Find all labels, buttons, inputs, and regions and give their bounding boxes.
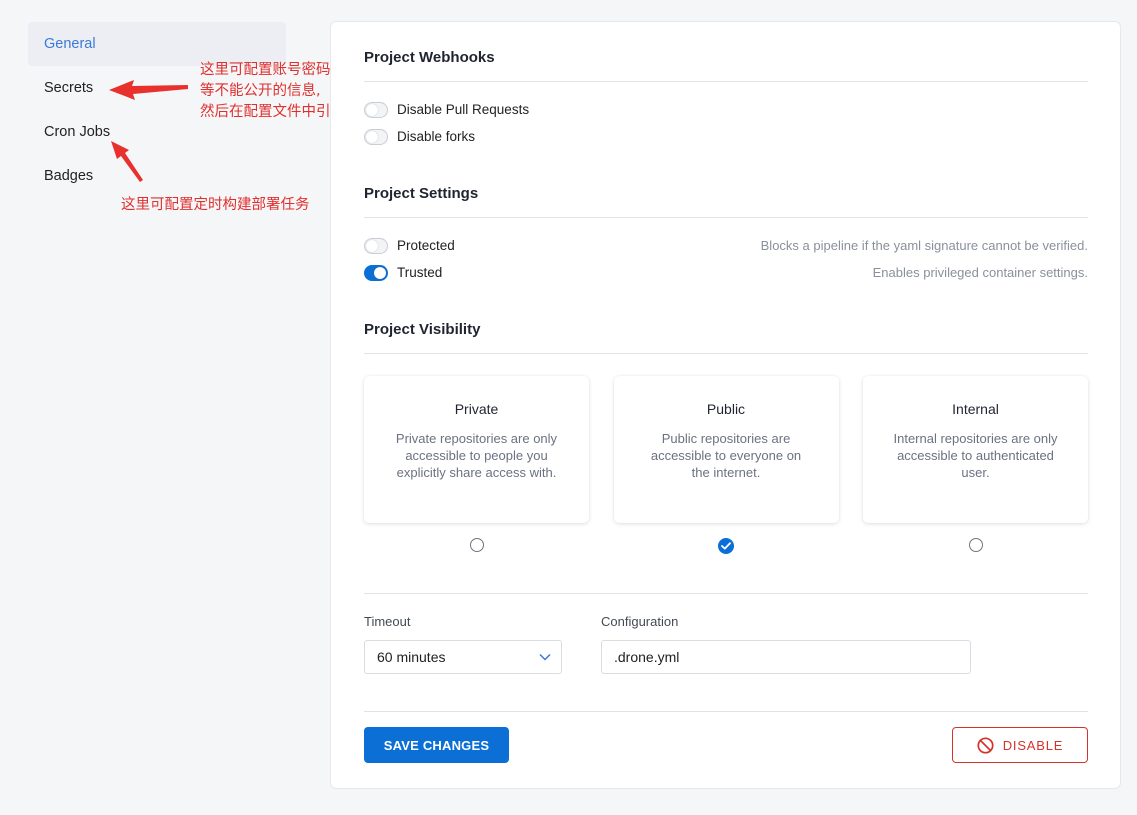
visibility-radio-internal[interactable]: [968, 538, 983, 552]
visibility-radio-public[interactable]: [718, 538, 734, 554]
visibility-section: Project Visibility Private Private repos…: [364, 320, 1088, 554]
toggle-label: Protected: [397, 238, 455, 253]
visibility-radios: [364, 538, 1088, 554]
toggle-label: Disable forks: [397, 129, 476, 144]
disable-label: DISABLE: [1002, 737, 1064, 753]
save-changes-button[interactable]: SAVE CHANGES: [364, 727, 509, 763]
check-icon: [721, 542, 731, 550]
disable-pull-requests-row: Disable Pull Requests: [364, 96, 1088, 123]
settings-panel: Project Webhooks Disable Pull Requests D…: [330, 21, 1121, 789]
sidebar-item-badges[interactable]: Badges: [28, 154, 286, 198]
settings-title: Project Settings: [364, 185, 479, 202]
card-description: Private repositories are only accessible…: [395, 431, 558, 480]
toggle-label: Disable Pull Requests: [397, 102, 530, 117]
protected-hint: Blocks a pipeline if the yaml signature …: [760, 238, 1088, 253]
protected-toggle[interactable]: [364, 237, 388, 254]
card-description: Internal repositories are only accessibl…: [893, 431, 1058, 480]
card-title: Private: [454, 401, 499, 417]
disable-forks-row: Disable forks: [364, 123, 1088, 150]
webhooks-section: Project Webhooks Disable Pull Requests D…: [364, 48, 1088, 150]
ban-icon: [977, 736, 994, 754]
annotation-secrets-note: 这里可配置账号密码 等不能公开的信息, 然后在配置文件中引用: [200, 60, 345, 123]
card-title: Public: [706, 401, 746, 417]
toggle-label: Trusted: [397, 265, 443, 280]
annotation-line: 等不能公开的信息,: [200, 83, 321, 99]
radio-wrap: [614, 538, 839, 554]
trusted-toggle[interactable]: [364, 264, 388, 281]
protected-row: Protected Blocks a pipeline if the yaml …: [364, 232, 1088, 259]
settings-section: Project Settings Protected Blocks a pipe…: [364, 184, 1088, 286]
timeout-label: Timeout: [364, 614, 411, 629]
visibility-title: Project Visibility: [364, 321, 481, 338]
visibility-card-private[interactable]: Private Private repositories are only ac…: [364, 376, 589, 523]
annotation-line: 然后在配置文件中引用: [200, 104, 345, 120]
visibility-card-public[interactable]: Public Public repositories are accessibl…: [613, 376, 839, 523]
configuration-label: Configuration: [601, 614, 679, 629]
visibility-cards: Private Private repositories are only ac…: [364, 376, 1088, 523]
annotation-line: 这里可配置账号密码: [200, 62, 331, 78]
card-description: Public repositories are accessible to ev…: [650, 431, 802, 480]
configuration-input[interactable]: [601, 640, 971, 674]
card-title: Internal: [952, 401, 999, 417]
disable-button[interactable]: DISABLE: [952, 727, 1088, 763]
disable-pull-requests-toggle[interactable]: [364, 101, 388, 118]
chevron-down-icon: [539, 653, 551, 661]
timeout-select[interactable]: 60 minutes: [364, 640, 562, 674]
trusted-row: Trusted Enables privileged container set…: [364, 259, 1088, 286]
visibility-card-internal[interactable]: Internal Internal repositories are only …: [863, 376, 1088, 523]
webhooks-title: Project Webhooks: [364, 49, 495, 66]
trusted-hint: Enables privileged container settings.: [872, 265, 1088, 280]
disable-forks-toggle[interactable]: [364, 128, 388, 145]
divider: [364, 593, 1088, 594]
timeout-value: 60 minutes: [377, 649, 446, 665]
radio-wrap: [364, 538, 589, 554]
visibility-radio-private[interactable]: [469, 538, 484, 552]
radio-wrap: [863, 538, 1088, 554]
annotation-cron-note: 这里可配置定时构建部署任务: [121, 197, 310, 213]
divider: [364, 711, 1088, 712]
